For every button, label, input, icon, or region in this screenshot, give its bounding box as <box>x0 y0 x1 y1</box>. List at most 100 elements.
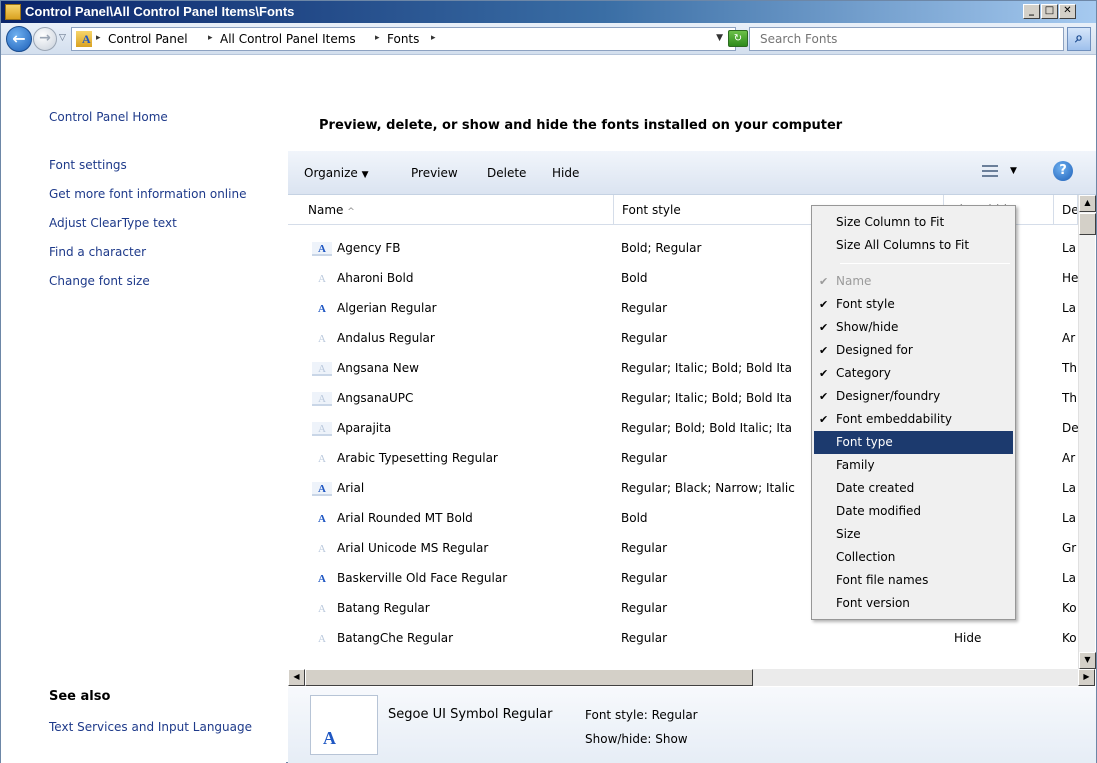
font-icon: A <box>318 303 326 315</box>
window-title: Control Panel\All Control Panel Items\Fo… <box>25 4 295 19</box>
scroll-right-icon[interactable]: ▶ <box>1078 669 1095 686</box>
font-style: Bold <box>621 511 648 525</box>
hide-button[interactable]: Hide <box>552 166 579 180</box>
font-name: Baskerville Old Face Regular <box>337 571 508 585</box>
organize-button[interactable]: Organize ▼ <box>304 166 369 180</box>
menu-separator <box>840 263 1010 264</box>
font-designed-for: Gr <box>1062 541 1077 555</box>
check-icon: ✔ <box>819 344 829 357</box>
menu-item-size-column[interactable]: Size Column to Fit <box>814 211 1013 234</box>
back-button[interactable]: ← <box>6 26 32 52</box>
font-designed-for: Ar <box>1062 451 1076 465</box>
nav-font-info-online[interactable]: Get more font information online <box>49 187 246 201</box>
font-preview-thumbnail: A <box>310 695 378 755</box>
column-designed-for[interactable]: De <box>1054 195 1078 225</box>
font-style: Regular; Black; Narrow; Italic <box>621 481 795 495</box>
menu-item-category[interactable]: ✔ Category <box>814 362 1013 385</box>
nav-change-font-size[interactable]: Change font size <box>49 274 150 288</box>
menu-item-font-style[interactable]: ✔ Font style <box>814 293 1013 316</box>
maximize-button[interactable]: □ <box>1041 4 1058 19</box>
vertical-scrollbar[interactable]: ▲ ▼ <box>1078 195 1096 669</box>
scroll-left-icon[interactable]: ◀ <box>288 669 305 686</box>
menu-item-label: Show/hide <box>836 320 899 334</box>
horizontal-scroll-thumb[interactable] <box>305 669 753 686</box>
vertical-scroll-thumb[interactable] <box>1079 213 1096 235</box>
horizontal-scrollbar[interactable]: ◀ ▶ <box>288 669 1095 686</box>
minimize-button[interactable]: _ <box>1023 4 1040 19</box>
nav-text-services[interactable]: Text Services and Input Language <box>49 720 252 734</box>
menu-item-show-hide[interactable]: ✔ Show/hide <box>814 316 1013 339</box>
chevron-right-icon[interactable]: ▸ <box>96 33 101 43</box>
column-name-label: Name <box>308 203 344 217</box>
menu-item-label: Date created <box>836 481 915 495</box>
views-icon[interactable] <box>982 164 998 178</box>
font-icon: A <box>318 633 326 645</box>
details-font-style: Font style: Regular <box>585 708 698 722</box>
menu-item-font-file-names[interactable]: Font file names <box>814 569 1013 592</box>
menu-item-designed-for[interactable]: ✔ Designed for <box>814 339 1013 362</box>
folder-icon <box>5 4 21 20</box>
check-icon: ✔ <box>819 413 829 426</box>
menu-item-label: Font embeddability <box>836 412 953 426</box>
refresh-button[interactable]: ↻ <box>728 30 748 47</box>
nav-adjust-cleartype[interactable]: Adjust ClearType text <box>49 216 177 230</box>
forward-button[interactable]: → <box>33 27 57 51</box>
menu-item-font-version[interactable]: Font version <box>814 592 1013 615</box>
search-icon[interactable]: ⌕ <box>1067 27 1091 51</box>
search-input[interactable] <box>750 28 1063 50</box>
menu-item-label: Size <box>836 527 861 541</box>
menu-item-collection[interactable]: Collection <box>814 546 1013 569</box>
menu-item-font-embeddability[interactable]: ✔ Font embeddability <box>814 408 1013 431</box>
font-designed-for: Ko <box>1062 631 1077 645</box>
font-designed-for: La <box>1062 301 1077 315</box>
scroll-up-icon[interactable]: ▲ <box>1079 195 1096 212</box>
menu-item-date-created[interactable]: Date created <box>814 477 1013 500</box>
menu-item-name[interactable]: ✔ Name <box>814 270 1013 293</box>
preview-button[interactable]: Preview <box>411 166 458 180</box>
details-font-name: Segoe UI Symbol Regular <box>388 707 553 722</box>
check-icon: ✔ <box>819 321 829 334</box>
font-name: Angsana New <box>337 361 419 375</box>
menu-item-label: Font file names <box>836 573 929 587</box>
menu-item-date-modified[interactable]: Date modified <box>814 500 1013 523</box>
font-icon: A <box>312 422 332 436</box>
table-row[interactable]: A BatangChe Regular Regular Hide Ko <box>288 624 1078 654</box>
scroll-down-icon[interactable]: ▼ <box>1079 652 1096 669</box>
font-icon: A <box>318 573 326 585</box>
search-box[interactable] <box>749 27 1064 51</box>
menu-item-designer-foundry[interactable]: ✔ Designer/foundry <box>814 385 1013 408</box>
close-button[interactable]: ✕ <box>1059 4 1076 19</box>
menu-item-label: Font version <box>836 596 910 610</box>
font-name: Arial Unicode MS Regular <box>337 541 489 555</box>
menu-item-family[interactable]: Family <box>814 454 1013 477</box>
font-style: Regular <box>621 631 668 645</box>
column-name[interactable]: Name ^ <box>300 195 614 225</box>
address-field[interactable]: A ▸ Control Panel ▸ All Control Panel It… <box>71 27 736 51</box>
breadcrumb-all-items[interactable]: All Control Panel Items <box>220 32 356 46</box>
menu-item-size[interactable]: Size <box>814 523 1013 546</box>
help-icon[interactable]: ? <box>1053 161 1073 181</box>
font-style: Bold <box>621 271 648 285</box>
font-name: Batang Regular <box>337 601 430 615</box>
chevron-right-icon[interactable]: ▸ <box>208 33 213 43</box>
breadcrumb-fonts[interactable]: Fonts <box>387 32 419 46</box>
chevron-right-icon[interactable]: ▸ <box>375 33 380 43</box>
nav-control-panel-home[interactable]: Control Panel Home <box>49 110 168 124</box>
recent-pages-dropdown[interactable]: ▽ <box>59 33 66 43</box>
font-style: Regular <box>621 601 668 615</box>
font-designed-for: La <box>1062 241 1077 255</box>
menu-item-label: Font type <box>836 435 893 449</box>
nav-find-character[interactable]: Find a character <box>49 245 146 259</box>
font-designed-for: La <box>1062 511 1077 525</box>
views-dropdown-icon[interactable]: ▼ <box>1010 166 1017 176</box>
menu-item-font-type[interactable]: Font type <box>814 431 1013 454</box>
font-icon: A <box>318 513 326 525</box>
address-dropdown-icon[interactable]: ▼ <box>716 33 723 43</box>
chevron-right-icon[interactable]: ▸ <box>431 33 436 43</box>
menu-item-size-all-columns[interactable]: Size All Columns to Fit <box>814 234 1013 257</box>
font-icon: A <box>318 603 326 615</box>
delete-button[interactable]: Delete <box>487 166 526 180</box>
font-icon: A <box>312 362 332 376</box>
nav-font-settings[interactable]: Font settings <box>49 158 127 172</box>
breadcrumb-control-panel[interactable]: Control Panel <box>108 32 188 46</box>
